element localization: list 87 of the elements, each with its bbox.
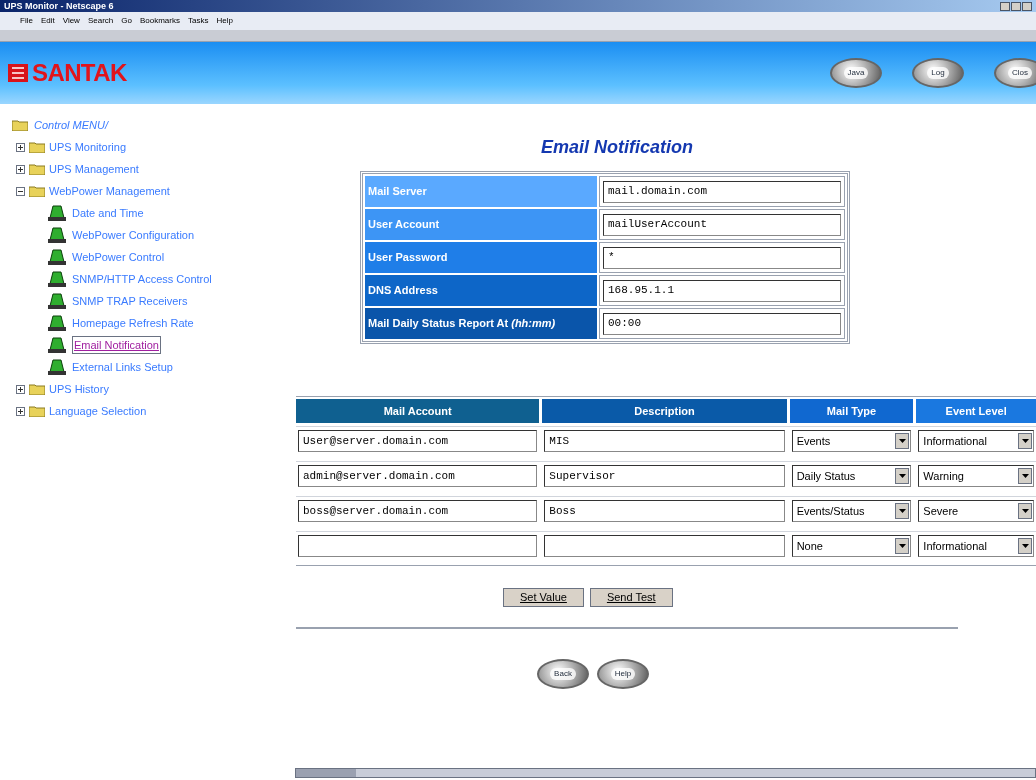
setting-input[interactable]: 168.95.1.1 [603, 279, 841, 302]
account-input[interactable] [298, 535, 538, 557]
menu-item[interactable]: Edit [40, 15, 55, 27]
mail-type-select[interactable]: Daily Status [791, 465, 912, 487]
menu-item[interactable]: Help [216, 15, 233, 27]
ups-device-icon [46, 204, 68, 222]
tree-item[interactable]: SNMP/HTTP Access Control [72, 270, 212, 288]
minimize-icon[interactable] [1000, 1, 1010, 11]
ups-device-icon [46, 248, 68, 266]
setting-label: User Password [365, 242, 597, 273]
tree-item[interactable]: WebPower Management [49, 182, 170, 200]
menu-item[interactable]: Go [121, 15, 132, 27]
account-input[interactable]: boss@server.domain.com [298, 500, 538, 522]
account-input[interactable]: User@server.domain.com [298, 430, 538, 452]
close-icon[interactable] [1022, 1, 1032, 11]
tree-item[interactable]: Date and Time [72, 204, 144, 222]
setting-input[interactable]: mailUserAccount [603, 213, 841, 236]
menu-item[interactable]: View [62, 15, 80, 27]
menu-item[interactable]: File [20, 15, 33, 27]
expand-icon[interactable] [16, 164, 25, 174]
event-level-select[interactable]: Informational [918, 430, 1034, 452]
event-level-select[interactable]: Informational [918, 535, 1034, 557]
description-input[interactable]: MIS [544, 430, 785, 452]
setting-label: Mail Daily Status Report At (hh:mm) [365, 308, 597, 339]
expand-icon[interactable] [16, 406, 25, 416]
expand-icon[interactable] [16, 142, 25, 152]
tree-item[interactable]: External Links Setup [72, 358, 173, 376]
description-input[interactable]: Boss [544, 500, 785, 522]
tree-item[interactable]: WebPower Configuration [72, 226, 195, 244]
account-input[interactable]: admin@server.domain.com [298, 465, 538, 487]
logo-icon [8, 64, 28, 82]
menu-item[interactable]: Bookmarks [139, 15, 180, 27]
tree-item[interactable]: WebPower Control [72, 248, 165, 266]
scroll-thumb[interactable] [296, 769, 356, 777]
menu-item[interactable]: Tasks [187, 15, 209, 27]
tree-item[interactable]: Language Selection [49, 402, 147, 420]
setting-input[interactable]: * [603, 246, 841, 269]
ups-device-icon [46, 314, 68, 332]
column-header: Description [542, 399, 787, 423]
tree-item[interactable]: UPS Monitoring [49, 138, 127, 156]
column-header: Mail Account [296, 399, 540, 423]
event-level-select[interactable]: Severe [918, 500, 1034, 522]
column-header: Event Level [916, 399, 1036, 423]
nav-button[interactable]: Help [597, 659, 649, 689]
tree-item[interactable]: Homepage Refresh Rate [72, 314, 194, 332]
description-input[interactable] [544, 535, 785, 557]
description-input[interactable]: Supervisor [544, 465, 785, 487]
mail-type-select[interactable]: Events/Status [791, 500, 912, 522]
ups-device-icon [46, 358, 68, 376]
menu-item[interactable]: Search [87, 15, 114, 27]
ups-device-icon [46, 292, 68, 310]
ups-device-icon [46, 226, 68, 244]
banner-button[interactable]: Java [830, 58, 882, 88]
action-button[interactable]: Send Test [589, 588, 673, 607]
window-title: UPS Monitor - Netscape 6 [4, 1, 114, 11]
tree-item[interactable]: UPS History [49, 380, 109, 398]
mail-type-select[interactable]: None [791, 535, 912, 557]
tree-root[interactable]: Control MENU/ [34, 116, 108, 134]
folder-icon [12, 119, 28, 131]
folder-icon [29, 141, 45, 153]
folder-icon [29, 185, 45, 197]
expand-icon[interactable] [16, 384, 25, 394]
banner-button[interactable]: Clos [994, 58, 1036, 88]
setting-input[interactable]: mail.domain.com [603, 180, 841, 203]
tree-item[interactable]: UPS Management [49, 160, 139, 178]
maximize-icon[interactable] [1011, 1, 1021, 11]
ups-device-icon [46, 336, 68, 354]
setting-label: User Account [365, 209, 597, 240]
banner-button[interactable]: Log [912, 58, 964, 88]
page-title: Email Notification [541, 136, 693, 159]
folder-icon [29, 163, 45, 175]
mail-type-select[interactable]: Events [791, 430, 912, 452]
folder-icon [29, 405, 45, 417]
event-level-select[interactable]: Warning [918, 465, 1034, 487]
setting-label: Mail Server [365, 176, 597, 207]
nav-button[interactable]: Back [537, 659, 589, 689]
action-button[interactable]: Set Value [503, 588, 584, 607]
collapse-icon[interactable] [16, 186, 25, 196]
brand-logo: SANTAK [32, 61, 127, 85]
setting-label: DNS Address [365, 275, 597, 306]
ups-device-icon [46, 270, 68, 288]
horizontal-scrollbar[interactable] [295, 768, 1036, 778]
setting-input[interactable]: 00:00 [603, 312, 841, 335]
column-header: Mail Type [789, 399, 914, 423]
tree-item[interactable]: Email Notification [72, 335, 161, 355]
folder-icon [29, 383, 45, 395]
tree-item[interactable]: SNMP TRAP Receivers [72, 292, 188, 310]
